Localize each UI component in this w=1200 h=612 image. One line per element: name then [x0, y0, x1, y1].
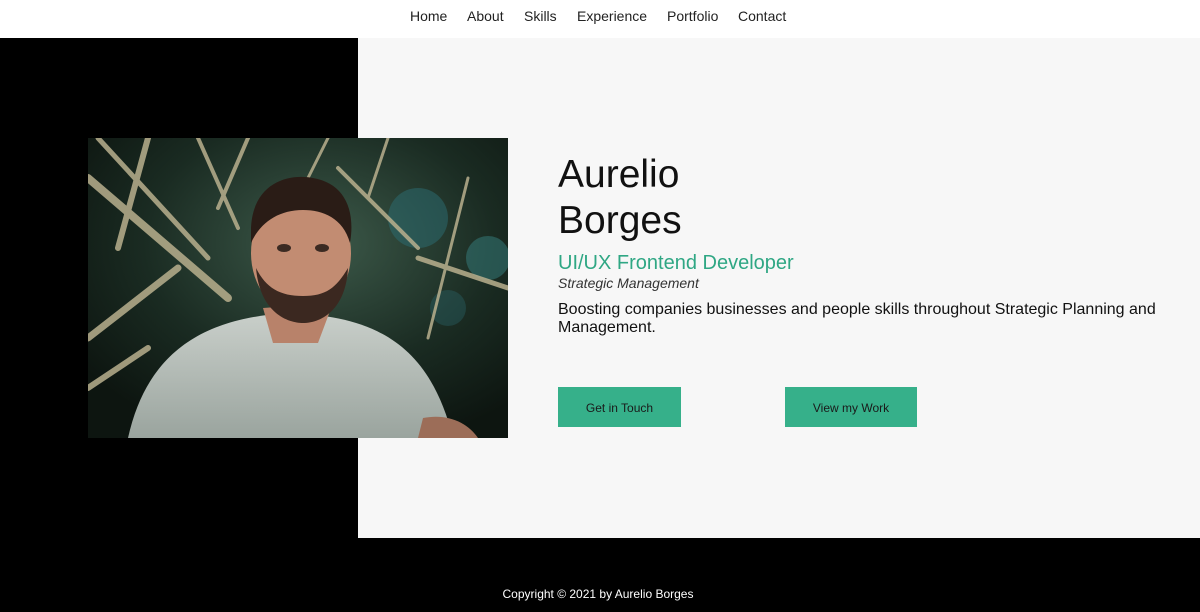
hero-role: UI/UX Frontend Developer: [558, 252, 794, 274]
get-in-touch-button[interactable]: Get in Touch: [558, 387, 681, 427]
nav-link-about[interactable]: About: [467, 7, 504, 25]
top-navigation: Home About Skills Experience Portfolio C…: [0, 0, 1200, 38]
hero-first-name: Aurelio: [558, 153, 680, 196]
view-my-work-button[interactable]: View my Work: [785, 387, 917, 427]
hero-description: Boosting companies businesses and people…: [558, 301, 1156, 336]
nav-link-experience[interactable]: Experience: [577, 7, 647, 25]
nav-link-portfolio[interactable]: Portfolio: [667, 7, 718, 25]
hero-subtitle: Strategic Management: [558, 275, 699, 291]
hero-name: Aurelio Borges: [558, 152, 682, 244]
profile-photo: [88, 138, 508, 438]
hero-last-name: Borges: [558, 199, 682, 242]
nav-link-skills[interactable]: Skills: [524, 7, 557, 25]
nav-link-contact[interactable]: Contact: [738, 7, 786, 25]
nav-link-home[interactable]: Home: [410, 7, 447, 25]
footer-copyright: Copyright © 2021 by Aurelio Borges: [502, 587, 694, 601]
